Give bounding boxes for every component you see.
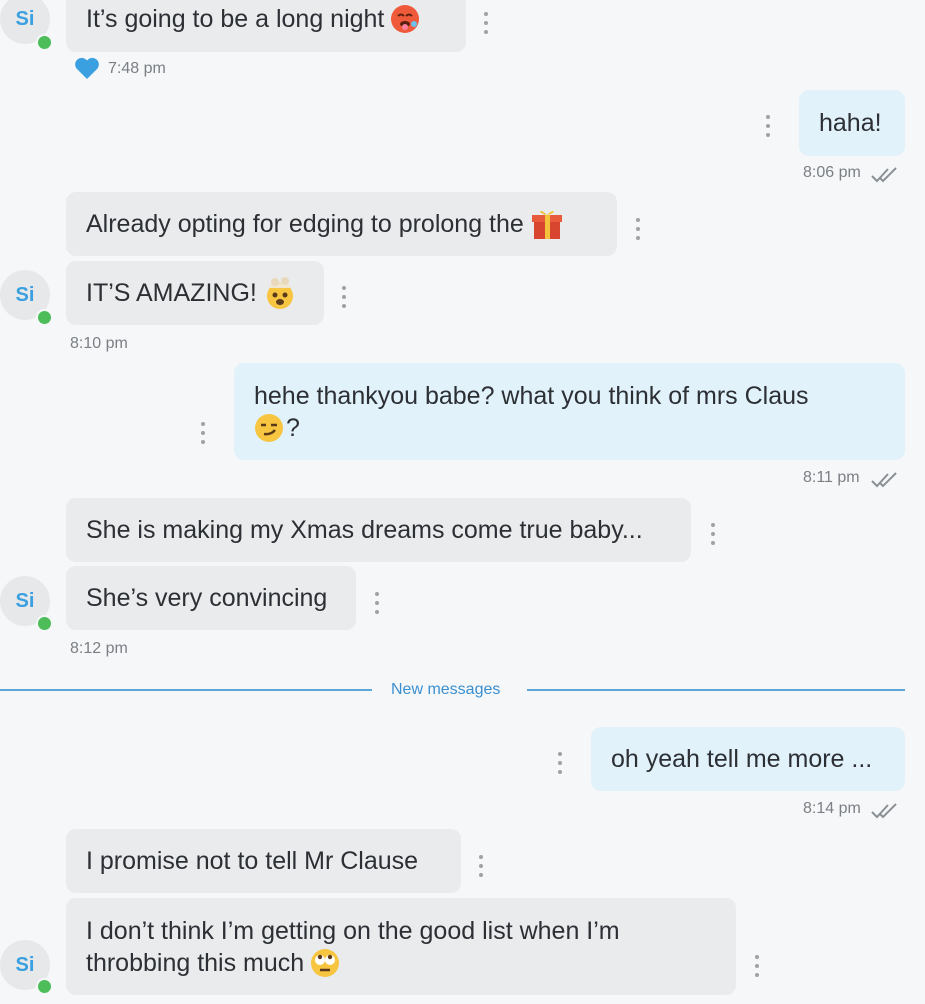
- message-options-button[interactable]: [199, 422, 207, 444]
- online-status-dot: [36, 309, 53, 326]
- gift-emoji-icon: [531, 210, 562, 239]
- message-bubble[interactable]: oh yeah tell me more ...: [591, 727, 905, 791]
- message-timestamp: 8:10 pm: [70, 335, 128, 352]
- avatar-initials: Si: [15, 953, 35, 976]
- message-timestamp: 8:14 pm: [803, 800, 861, 817]
- message-options-button[interactable]: [373, 592, 381, 614]
- read-receipt-icon: [871, 472, 897, 488]
- message-options-button[interactable]: [709, 523, 717, 545]
- message-bubble[interactable]: I promise not to tell Mr Clause: [66, 829, 461, 893]
- message-options-button[interactable]: [340, 286, 348, 308]
- eye-roll-emoji-icon: [311, 948, 340, 977]
- message-options-button[interactable]: [556, 752, 564, 774]
- message-options-button[interactable]: [477, 855, 485, 877]
- message-bubble[interactable]: It’s going to be a long night: [66, 0, 466, 52]
- new-messages-divider-right: [527, 689, 905, 691]
- message-bubble[interactable]: IT’S AMAZING!: [66, 261, 324, 325]
- message-text: I don’t think I’m getting on the good li…: [86, 916, 620, 945]
- message-bubble[interactable]: hehe thankyou babe? what you think of mr…: [234, 363, 905, 460]
- message-bubble[interactable]: I don’t think I’m getting on the good li…: [66, 898, 736, 995]
- message-text: It’s going to be a long night: [86, 5, 385, 33]
- message-timestamp: 8:11 pm: [803, 469, 860, 486]
- message-text: I promise not to tell Mr Clause: [86, 847, 419, 875]
- online-status-dot: [36, 978, 53, 995]
- message-text: oh yeah tell me more ...: [611, 745, 873, 773]
- avatar-initials: Si: [15, 589, 35, 612]
- read-receipt-icon: [871, 167, 897, 183]
- message-bubble[interactable]: haha!: [799, 90, 905, 156]
- message-timestamp: 7:48 pm: [108, 60, 166, 77]
- message-text: Already opting for edging to prolong the: [86, 210, 524, 238]
- message-text-line2: throbbing this much: [86, 948, 305, 977]
- online-status-dot: [36, 34, 53, 51]
- message-text: She’s very convincing: [86, 584, 328, 612]
- hot-face-emoji-icon: [391, 5, 420, 33]
- message-text: She is making my Xmas dreams come true b…: [86, 516, 643, 544]
- online-status-dot: [36, 615, 53, 632]
- message-options-button[interactable]: [482, 12, 490, 34]
- new-messages-label: New messages: [391, 681, 501, 698]
- message-text: IT’S AMAZING!: [86, 279, 257, 307]
- heart-icon[interactable]: [74, 56, 100, 80]
- message-bubble[interactable]: She is making my Xmas dreams come true b…: [66, 498, 691, 562]
- message-options-button[interactable]: [764, 115, 772, 137]
- smirk-emoji-icon: [255, 413, 283, 442]
- message-timestamp: 8:12 pm: [70, 640, 128, 657]
- avatar-initials: Si: [15, 283, 35, 306]
- message-text: haha!: [819, 109, 882, 137]
- message-timestamp: 8:06 pm: [803, 164, 861, 181]
- message-bubble[interactable]: Already opting for edging to prolong the: [66, 192, 617, 256]
- message-text: hehe thankyou babe? what you think of mr…: [254, 381, 809, 410]
- message-bubble[interactable]: She’s very convincing: [66, 566, 356, 630]
- message-options-button[interactable]: [634, 218, 642, 240]
- message-text-suffix: ?: [286, 413, 300, 442]
- exploding-head-emoji-icon: [266, 277, 293, 309]
- message-options-button[interactable]: [753, 955, 761, 977]
- new-messages-divider-left: [0, 689, 372, 691]
- avatar-initials: Si: [15, 7, 35, 30]
- read-receipt-icon: [871, 803, 897, 819]
